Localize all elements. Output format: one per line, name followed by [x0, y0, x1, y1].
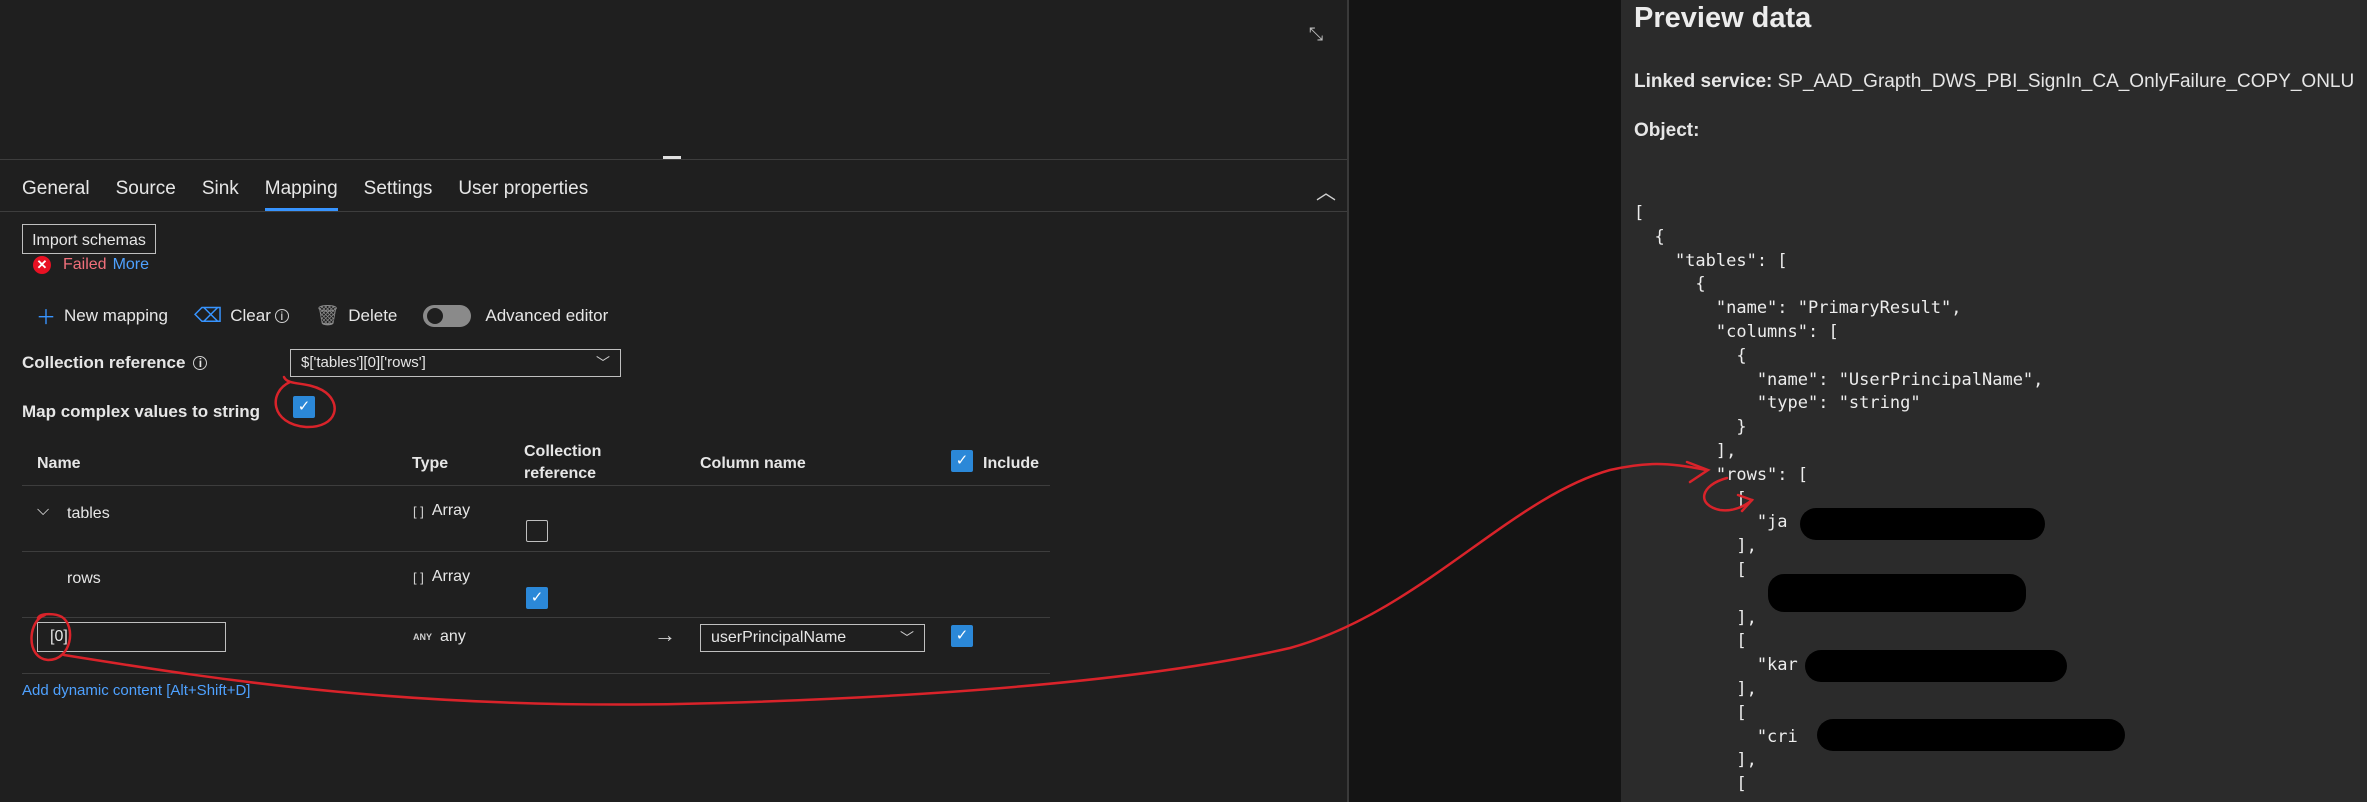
chevron-down-icon: ﹀	[596, 355, 610, 371]
map-complex-checkbox[interactable]: ✓	[293, 396, 315, 418]
chevron-up-icon[interactable]: ︿	[1316, 176, 1336, 205]
row-type-any: ANY any	[413, 628, 466, 645]
redaction-mark	[1800, 508, 2045, 540]
clear-label: Clear	[230, 305, 271, 325]
new-mapping-label: New mapping	[64, 305, 168, 325]
expand-chevron-icon[interactable]: ⌵	[37, 502, 49, 520]
linked-service-value: SP_AAD_Grapth_DWS_PBI_SignIn_CA_OnlyFail…	[1777, 71, 2355, 92]
arrow-right-icon: →	[654, 622, 676, 647]
header-include: Include	[983, 455, 1040, 472]
info-icon[interactable]: i	[274, 308, 289, 323]
delete-button[interactable]: 🗑 Delete	[315, 303, 398, 328]
plus-icon: ＋	[36, 307, 56, 329]
new-mapping-button[interactable]: ＋ New mapping	[36, 301, 168, 330]
collection-ref-checkbox-tables[interactable]	[526, 520, 548, 542]
toggle-switch[interactable]	[423, 304, 472, 327]
splitter-handle[interactable]	[663, 156, 681, 159]
tab-source[interactable]: Source	[116, 178, 176, 211]
header-column-name: Column name	[700, 455, 806, 472]
clear-button[interactable]: ⌫ Clear i	[194, 303, 289, 328]
collection-reference-label: Collection reference i	[22, 353, 208, 373]
more-link[interactable]: More	[113, 256, 149, 274]
header-collection-reference-1: Collection	[524, 443, 602, 460]
table-row-divider	[22, 551, 1050, 552]
advanced-editor-toggle[interactable]: Advanced editor	[423, 304, 609, 327]
import-schemas-button[interactable]: Import schemas	[22, 224, 156, 254]
include-all-checkbox[interactable]: ✓	[951, 450, 973, 472]
status-text: Failed	[63, 256, 107, 273]
delete-label: Delete	[348, 305, 398, 325]
tab-general[interactable]: General	[22, 178, 90, 211]
row-type-rows: [ ] Array	[413, 568, 471, 585]
tab-user-properties[interactable]: User properties	[458, 178, 588, 211]
header-collection-reference-2: reference	[524, 465, 597, 482]
object-label: Object:	[1634, 120, 1700, 141]
json-preview: [ { "tables": [ { "name": "PrimaryResult…	[1634, 203, 2044, 795]
tab-strip: General Source Sink Mapping Settings Use…	[22, 178, 614, 211]
table-row-divider	[22, 617, 1050, 618]
linked-service-label: Linked service:	[1634, 71, 1773, 92]
array-type-icon: [ ]	[413, 569, 424, 585]
tab-divider	[0, 211, 1347, 212]
collapse-icon[interactable]: ⤡	[1304, 22, 1328, 46]
tab-mapping[interactable]: Mapping	[264, 178, 338, 211]
row-name-input[interactable]: [0]	[37, 622, 226, 652]
collection-ref-checkbox-rows[interactable]: ✓	[526, 587, 548, 609]
array-type-icon: [ ]	[413, 503, 424, 519]
table-row-divider	[22, 673, 1050, 674]
error-icon: ✕	[33, 256, 51, 274]
row-name-tables: tables	[67, 505, 110, 522]
collection-reference-select[interactable]: $['tables'][0]['rows'] ﹀	[290, 349, 621, 377]
row-name-rows: rows	[67, 570, 101, 587]
include-checkbox[interactable]: ✓	[951, 625, 973, 647]
mapping-toolbar: ＋ New mapping ⌫ Clear i 🗑 Delete Advance…	[36, 301, 634, 330]
chevron-down-icon: ﹀	[900, 630, 914, 646]
trash-icon: 🗑	[314, 305, 341, 327]
background-gap	[1349, 0, 1621, 802]
add-dynamic-content-link[interactable]: Add dynamic content [Alt+Shift+D]	[22, 682, 250, 699]
tab-sink[interactable]: Sink	[202, 178, 239, 211]
tab-settings[interactable]: Settings	[364, 178, 433, 211]
any-type-icon: ANY	[413, 632, 433, 642]
redaction-mark	[1817, 719, 2125, 751]
redaction-mark	[1768, 574, 2026, 612]
import-status: ✕ Failed More	[33, 256, 149, 274]
row-type-tables: [ ] Array	[413, 502, 471, 519]
header-type: Type	[412, 455, 449, 472]
grid-divider	[22, 485, 1050, 486]
column-name-select[interactable]: userPrincipalName ﹀	[700, 624, 925, 652]
header-name: Name	[37, 455, 81, 472]
redaction-mark	[1805, 650, 2067, 682]
info-icon[interactable]: i	[193, 356, 208, 370]
linked-service: Linked service: SP_AAD_Grapth_DWS_PBI_Si…	[1634, 71, 2354, 93]
collection-reference-value: $['tables'][0]['rows']	[301, 354, 426, 371]
column-name-value: userPrincipalName	[711, 629, 847, 646]
eraser-icon: ⌫	[193, 305, 223, 327]
advanced-editor-label: Advanced editor	[485, 305, 609, 325]
pane-splitter[interactable]	[0, 159, 1347, 160]
map-complex-label: Map complex values to string	[22, 402, 261, 421]
preview-title: Preview data	[1634, 2, 1812, 34]
